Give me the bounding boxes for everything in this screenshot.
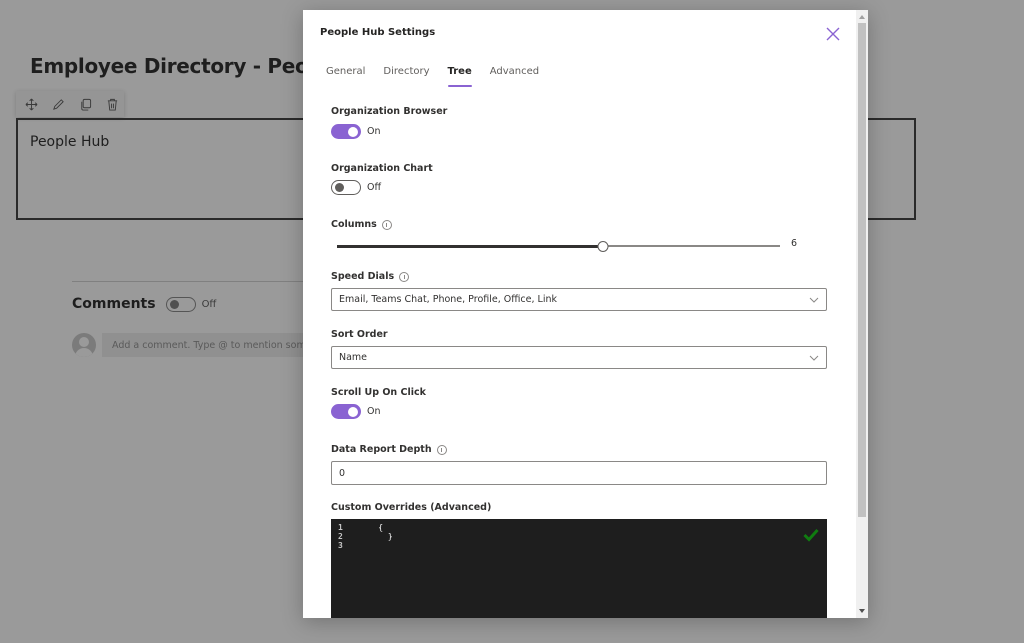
info-icon[interactable]	[381, 219, 392, 230]
webpart-title: People Hub	[30, 134, 110, 150]
code-line: 2 }	[331, 532, 393, 541]
comments-header: Comments Off	[72, 296, 216, 312]
data-report-depth-label-text: Data Report Depth	[331, 444, 432, 455]
chevron-down-icon	[809, 355, 819, 361]
scroll-up-toggle[interactable]	[331, 404, 361, 419]
organization-browser-toggle-row[interactable]: On	[331, 124, 381, 139]
line-content: {	[359, 523, 384, 532]
info-icon[interactable]	[436, 444, 447, 455]
comments-divider	[72, 281, 308, 282]
organization-browser-toggle[interactable]	[331, 124, 361, 139]
info-icon[interactable]	[399, 271, 410, 282]
caret-down-icon	[859, 609, 865, 613]
tab-advanced[interactable]: Advanced	[490, 66, 539, 87]
settings-dialog: People Hub Settings General Directory Tr…	[303, 10, 868, 618]
data-report-depth-input[interactable]: 0	[331, 461, 827, 485]
dialog-scrollbar[interactable]	[856, 10, 868, 618]
code-line: 1 {	[331, 523, 383, 532]
tab-general[interactable]: General	[326, 66, 365, 87]
columns-label: Columns	[331, 219, 392, 230]
delete-icon[interactable]	[104, 96, 120, 112]
line-content: }	[359, 532, 393, 541]
line-number: 2	[338, 532, 343, 541]
columns-value: 6	[791, 238, 798, 249]
slider-fill	[337, 244, 603, 248]
sort-order-value: Name	[339, 352, 368, 363]
tab-directory[interactable]: Directory	[383, 66, 429, 87]
organization-browser-label-text: Organization Browser	[331, 106, 448, 117]
columns-slider[interactable]	[337, 241, 780, 252]
sort-order-dropdown[interactable]: Name	[331, 346, 827, 369]
scroll-up-label: Scroll Up On Click	[331, 387, 426, 398]
comments-toggle[interactable]	[165, 296, 196, 312]
scroll-down-arrow[interactable]	[856, 604, 868, 618]
speed-dials-label: Speed Dials	[331, 271, 410, 282]
duplicate-icon[interactable]	[77, 96, 93, 112]
comments-label: Comments	[72, 296, 156, 312]
code-line: 3	[331, 541, 359, 550]
custom-overrides-editor[interactable]: 1 { 2 } 3	[331, 519, 827, 618]
organization-chart-label: Organization Chart	[331, 163, 433, 174]
speed-dials-value: Email, Teams Chat, Phone, Profile, Offic…	[339, 294, 557, 305]
comment-compose: Add a comment. Type @ to mention someone	[72, 333, 312, 357]
data-report-depth-label: Data Report Depth	[331, 444, 447, 455]
close-button[interactable]	[825, 26, 841, 42]
scroll-up-arrow[interactable]	[856, 10, 868, 24]
speed-dials-label-text: Speed Dials	[331, 271, 395, 282]
sort-order-label: Sort Order	[331, 329, 388, 340]
tab-tree[interactable]: Tree	[447, 66, 472, 87]
chevron-down-icon	[809, 297, 819, 303]
organization-chart-state: Off	[367, 182, 382, 193]
organization-browser-label: Organization Browser	[331, 106, 447, 117]
webpart-edit-toolbar	[16, 91, 124, 117]
avatar	[72, 333, 96, 357]
line-number: 3	[338, 541, 343, 550]
scroll-thumb[interactable]	[858, 23, 866, 517]
move-icon[interactable]	[23, 96, 39, 112]
organization-chart-toggle-row[interactable]: Off	[331, 180, 381, 195]
columns-label-text: Columns	[331, 219, 377, 230]
custom-overrides-label: Custom Overrides (Advanced)	[331, 502, 491, 513]
organization-chart-label-text: Organization Chart	[331, 163, 433, 174]
comment-input[interactable]: Add a comment. Type @ to mention someone	[102, 333, 312, 357]
scroll-up-toggle-row[interactable]: On	[331, 404, 381, 419]
custom-overrides-label-text: Custom Overrides (Advanced)	[331, 502, 492, 513]
close-icon	[826, 27, 840, 41]
dialog-title: People Hub Settings	[320, 27, 436, 38]
caret-up-icon	[859, 15, 865, 19]
scroll-up-state: On	[367, 406, 381, 417]
slider-thumb[interactable]	[597, 241, 609, 252]
check-icon	[803, 528, 819, 542]
sort-order-label-text: Sort Order	[331, 329, 388, 340]
speed-dials-dropdown[interactable]: Email, Teams Chat, Phone, Profile, Offic…	[331, 288, 827, 311]
organization-browser-state: On	[367, 126, 381, 137]
comments-toggle-state: Off	[201, 298, 217, 310]
settings-tabs: General Directory Tree Advanced	[326, 66, 539, 87]
scroll-up-label-text: Scroll Up On Click	[331, 387, 426, 398]
edit-icon[interactable]	[50, 96, 66, 112]
line-number: 1	[338, 523, 343, 532]
organization-chart-toggle[interactable]	[331, 180, 361, 195]
